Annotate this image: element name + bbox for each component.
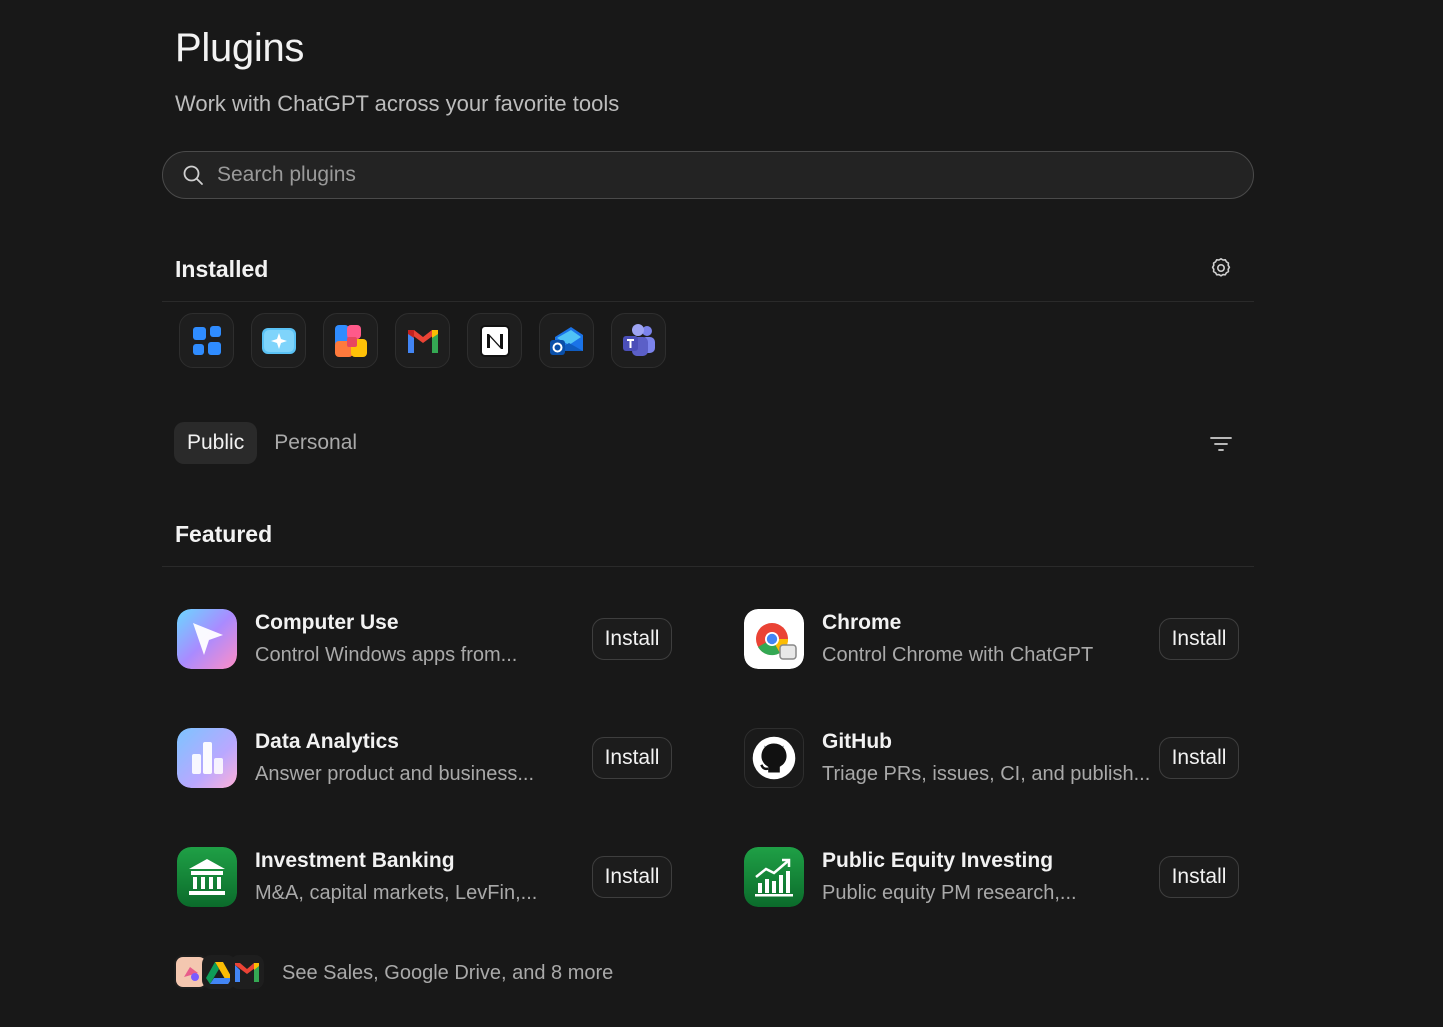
installed-plugin-office[interactable]	[323, 313, 378, 368]
installed-plugin-apps[interactable]	[179, 313, 234, 368]
tab-public[interactable]: Public	[174, 422, 258, 464]
plugins-page: Plugins Work with ChatGPT across your fa…	[0, 0, 1443, 1027]
installed-plugin-outlook[interactable]	[539, 313, 594, 368]
teams-icon	[622, 323, 655, 356]
installed-plugin-teams[interactable]	[611, 313, 666, 368]
cursor-arrow-icon	[177, 609, 237, 669]
bank-icon	[177, 847, 237, 907]
investment-banking-logo	[177, 847, 237, 907]
github-logo	[744, 728, 804, 788]
chrome-icon	[744, 609, 804, 669]
page-subtitle: Work with ChatGPT across your favorite t…	[175, 91, 620, 116]
public-equity-logo	[744, 847, 804, 907]
computer-use-logo	[177, 609, 237, 669]
search-input[interactable]	[217, 163, 1253, 187]
chrome-logo	[744, 609, 804, 669]
install-investment-banking-button[interactable]: Install	[592, 856, 672, 898]
more-plugins-icon-stack	[174, 955, 266, 991]
install-github-button[interactable]: Install	[1159, 737, 1239, 779]
installed-divider	[162, 301, 1254, 302]
bar-chart-icon	[177, 728, 237, 788]
plugin-tabs: Public Personal	[174, 422, 370, 464]
install-data-analytics-button[interactable]: Install	[592, 737, 672, 779]
github-icon	[752, 736, 796, 780]
search-icon	[183, 165, 203, 185]
see-more-label: See Sales, Google Drive, and 8 more	[282, 961, 614, 984]
gear-icon	[1211, 258, 1231, 277]
install-computer-use-button[interactable]: Install	[592, 618, 672, 660]
install-chrome-button[interactable]: Install	[1159, 618, 1239, 660]
apps-grid-icon	[192, 325, 221, 355]
tab-personal[interactable]: Personal	[261, 422, 370, 464]
office-shapes-icon	[334, 324, 367, 357]
sparkle-window-icon	[261, 327, 296, 354]
featured-heading: Featured	[175, 521, 273, 547]
settings-button[interactable]	[1207, 254, 1235, 282]
installed-plugins-row	[179, 313, 666, 368]
page-title: Plugins	[175, 26, 305, 70]
installed-plugin-gmail[interactable]	[395, 313, 450, 368]
data-analytics-logo	[177, 728, 237, 788]
installed-plugin-sparkle[interactable]	[251, 313, 306, 368]
search-bar[interactable]	[162, 151, 1254, 199]
growth-chart-icon	[744, 847, 804, 907]
installed-plugin-notion[interactable]	[467, 313, 522, 368]
featured-divider	[162, 566, 1254, 567]
notion-icon	[479, 324, 510, 357]
install-public-equity-button[interactable]: Install	[1159, 856, 1239, 898]
filter-button[interactable]	[1207, 430, 1235, 458]
outlook-icon	[549, 326, 583, 355]
filter-icon	[1210, 437, 1232, 451]
gmail-icon	[407, 329, 438, 353]
gmail-icon	[230, 955, 264, 989]
installed-heading: Installed	[175, 256, 269, 282]
see-more-link[interactable]: See Sales, Google Drive, and 8 more	[174, 955, 613, 991]
